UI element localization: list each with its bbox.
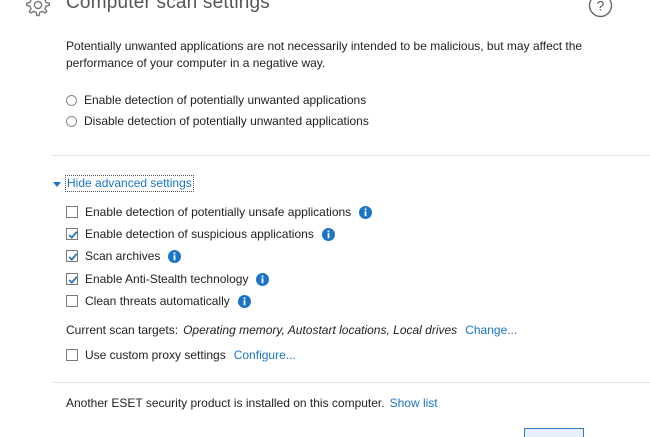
radio-disable-pua[interactable]: Disable detection of potentially unwante… [66,113,369,129]
checkbox[interactable] [66,228,78,240]
checkbox-clean-threats[interactable]: Clean threats automatically [66,293,251,309]
triangle-down-icon [53,181,61,187]
info-icon[interactable] [359,205,373,219]
radio-button[interactable] [66,115,77,127]
pua-description: Potentially unwanted applications are no… [66,39,583,70]
checkbox-unsafe-apps[interactable]: Enable detection of potentially unsafe a… [66,204,373,220]
checkmark-icon [68,276,78,284]
change-link[interactable]: Change... [465,323,517,337]
scan-targets-row: Current scan targets: Operating memory, … [66,322,517,338]
info-icon[interactable] [168,249,182,263]
gear-icon [26,0,50,17]
checkbox-custom-proxy[interactable]: Use custom proxy settings Configure... [66,347,296,363]
radio-label: Disable detection of potentially unwante… [84,114,369,128]
radio-label: Enable detection of potentially unwanted… [84,93,367,107]
checkbox-label: Use custom proxy settings [85,348,226,362]
checkbox-label: Enable Anti-Stealth technology [85,272,249,286]
checkbox-scan-archives[interactable]: Scan archives [66,248,182,264]
settings-header: Computer scan settings ? [0,0,650,24]
checkmark-icon [68,253,78,261]
checkbox[interactable] [66,349,78,361]
checkbox-label: Enable detection of potentially unsafe a… [85,205,352,219]
checkmark-icon [68,231,78,239]
checkbox-anti-stealth[interactable]: Enable Anti-Stealth technology [66,271,270,287]
checkbox[interactable] [66,273,78,285]
configure-link[interactable]: Configure... [234,348,296,362]
radio-enable-pua[interactable]: Enable detection of potentially unwanted… [66,92,366,108]
page-title: Computer scan settings [66,0,270,13]
checkbox-label: Enable detection of suspicious applicati… [85,227,314,241]
checkbox-label: Clean threats automatically [85,294,230,308]
svg-text:?: ? [597,0,605,14]
radio-button[interactable] [66,94,77,106]
checkbox-suspicious-apps[interactable]: Enable detection of suspicious applicati… [66,226,335,242]
checkbox[interactable] [66,250,78,262]
info-icon[interactable] [237,294,251,308]
checkbox[interactable] [66,295,78,307]
info-icon[interactable] [256,272,270,286]
scan-targets-label: Current scan targets: [66,323,179,337]
checkbox[interactable] [66,206,78,218]
footer-notice: Another ESET security product is install… [66,395,438,411]
toggle-label[interactable]: Hide advanced settings [65,175,194,192]
footer-message: Another ESET security product is install… [66,396,385,410]
checkbox-label: Scan archives [85,249,161,263]
divider [52,155,650,156]
divider [52,382,650,383]
hide-advanced-settings-link[interactable]: Hide advanced settings [53,175,194,192]
question-mark-icon[interactable]: ? [588,0,613,18]
show-list-link[interactable]: Show list [390,396,438,410]
info-icon[interactable] [321,227,335,241]
scan-targets-value: Operating memory, Autostart locations, L… [183,323,458,337]
